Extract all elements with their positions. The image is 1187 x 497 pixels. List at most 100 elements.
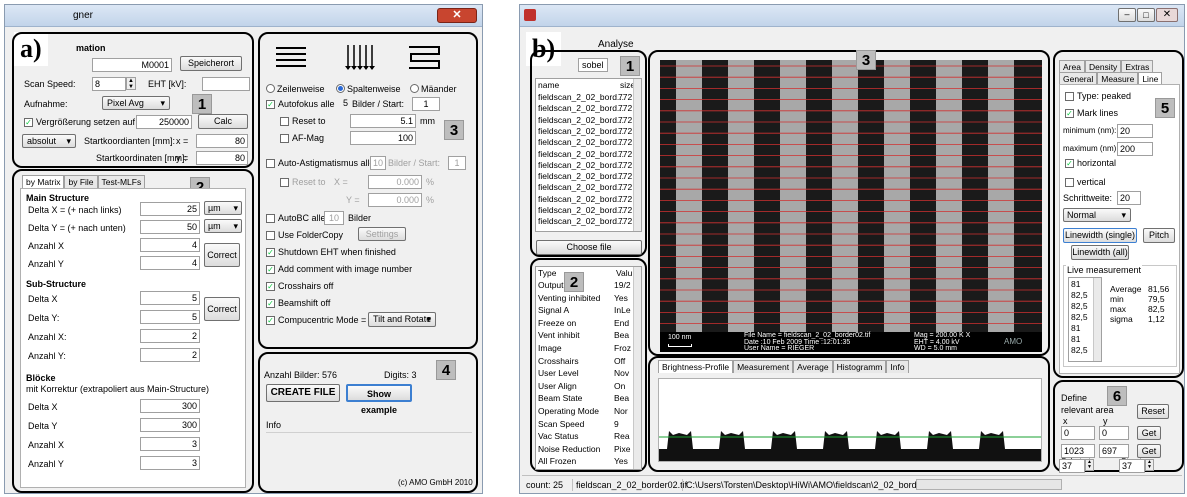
- close-button[interactable]: ✕: [437, 8, 477, 23]
- sub-anzahl-y-field[interactable]: 2: [140, 348, 200, 362]
- choose-file-button[interactable]: Choose file: [536, 240, 642, 255]
- col-name[interactable]: name: [538, 80, 559, 92]
- comment-checkbox[interactable]: ✓: [266, 265, 275, 274]
- maximum-field[interactable]: 200: [1117, 142, 1153, 156]
- property-name[interactable]: Vac Status: [538, 431, 578, 441]
- reset-checkbox[interactable]: [280, 117, 289, 126]
- tab-by-file[interactable]: by File: [64, 175, 98, 188]
- file-name[interactable]: fieldscan_2_02_bord...: [538, 115, 624, 125]
- scan-pattern-columns-icon[interactable]: [344, 42, 378, 72]
- close-button-b[interactable]: ✕: [1156, 8, 1178, 22]
- property-name[interactable]: All Frozen: [538, 456, 576, 466]
- unit-select-x[interactable]: µm ▾: [204, 201, 242, 215]
- property-name[interactable]: User Level: [538, 368, 579, 378]
- file-name[interactable]: fieldscan_2_02_bord...: [538, 92, 624, 102]
- col-type[interactable]: Type: [538, 268, 556, 280]
- id-field[interactable]: M0001: [92, 58, 172, 72]
- property-name[interactable]: Freeze on: [538, 318, 576, 328]
- absolut-select[interactable]: absolut ▾: [22, 134, 76, 148]
- file-list-scrollbar[interactable]: [633, 79, 641, 231]
- property-name[interactable]: Venting inhibited: [538, 293, 600, 303]
- afmag-field[interactable]: 100: [350, 131, 416, 145]
- properties-scrollbar[interactable]: [633, 267, 641, 469]
- horizontal-checkbox[interactable]: ✓: [1065, 159, 1074, 168]
- tab-histogramm[interactable]: Histogramm: [832, 360, 887, 373]
- property-name[interactable]: Signal A: [538, 305, 569, 315]
- aufnahme-select[interactable]: Pixel Avg ▾: [102, 96, 170, 110]
- file-name[interactable]: fieldscan_2_02_bord...: [538, 194, 624, 204]
- calc-button[interactable]: Calc: [198, 114, 248, 129]
- file-name[interactable]: fieldscan_2_02_bord...: [538, 137, 624, 147]
- anzahl-y-field[interactable]: 4: [140, 256, 200, 270]
- correct-button-sub[interactable]: Correct: [204, 297, 240, 321]
- reset-button[interactable]: Reset: [1137, 404, 1169, 419]
- tab-by-matrix[interactable]: by Matrix: [22, 175, 65, 188]
- astig-checkbox[interactable]: [266, 159, 275, 168]
- astig-x-field[interactable]: 0.000: [368, 175, 422, 189]
- x0-field[interactable]: 0: [1061, 426, 1095, 440]
- compucentric-checkbox[interactable]: ✓: [266, 316, 275, 325]
- reset-field[interactable]: 5.1: [350, 114, 416, 128]
- autobc-checkbox[interactable]: [266, 214, 275, 223]
- maximize-button[interactable]: □: [1137, 8, 1155, 22]
- eht-field[interactable]: [202, 77, 250, 91]
- block-anzahl-y-field[interactable]: 3: [140, 456, 200, 470]
- tab-brightness-profile[interactable]: Brightness-Profile: [658, 360, 734, 373]
- get-button-1[interactable]: Get: [1137, 426, 1161, 440]
- scan-speed-spinner[interactable]: ▲ ▼: [126, 77, 136, 90]
- vergr-field[interactable]: 250000: [136, 115, 192, 129]
- sub-delta-y-field[interactable]: 5: [140, 310, 200, 324]
- delta-x-field[interactable]: 25: [140, 202, 200, 216]
- save-location-button[interactable]: Speicherort: [180, 56, 242, 71]
- sub-anzahl-x-field[interactable]: 2: [140, 329, 200, 343]
- tab-average[interactable]: Average: [793, 360, 833, 373]
- tab-info[interactable]: Info: [886, 360, 909, 373]
- shutdown-checkbox[interactable]: ✓: [266, 248, 275, 257]
- autofokus-start[interactable]: 1: [412, 97, 440, 111]
- scan-pattern-rows-icon[interactable]: [274, 42, 308, 72]
- file-name[interactable]: fieldscan_2_02_bord...: [538, 182, 624, 192]
- file-name[interactable]: fieldscan_2_02_bord...: [538, 149, 624, 159]
- autofokus-checkbox[interactable]: ✓: [266, 100, 275, 109]
- afmag-checkbox[interactable]: [280, 134, 289, 143]
- structure-spinner-field[interactable]: 37: [1119, 459, 1145, 473]
- property-name[interactable]: Image: [538, 343, 562, 353]
- tab-measurement[interactable]: Measurement: [733, 360, 794, 373]
- property-name[interactable]: Operating Mode: [538, 406, 599, 416]
- scan-speed-field[interactable]: 8: [92, 77, 126, 91]
- structure-spinner-arrows[interactable]: ▲ ▼: [1145, 459, 1154, 471]
- property-name[interactable]: Noise Reduction: [538, 444, 600, 454]
- properties-list[interactable]: Type Valu Output dev 19/2 Venting inhibite…: [535, 266, 642, 470]
- astig-interval[interactable]: 10: [370, 156, 386, 170]
- block-delta-x-field[interactable]: 300: [140, 399, 200, 413]
- anzahl-x-field[interactable]: 4: [140, 238, 200, 252]
- astig-start[interactable]: 1: [448, 156, 466, 170]
- file-name[interactable]: fieldscan_2_02_bord...: [538, 160, 624, 170]
- type-checkbox[interactable]: [1065, 92, 1074, 101]
- start-x-field[interactable]: 80: [196, 134, 248, 148]
- file-list[interactable]: name size fieldscan_2_02_bord... 772 field…: [535, 78, 642, 232]
- create-file-button[interactable]: CREATE FILE: [266, 384, 340, 402]
- sem-image[interactable]: 100 nm File Name = fieldscan_2_02_border…: [660, 60, 1042, 352]
- mark-lines-checkbox[interactable]: ✓: [1065, 109, 1074, 118]
- block-delta-y-field[interactable]: 300: [140, 418, 200, 432]
- compucentric-select[interactable]: Tilt and Rotate ▾: [368, 312, 436, 327]
- astig-y-field[interactable]: 0.000: [368, 193, 422, 207]
- file-name[interactable]: fieldscan_2_02_bord...: [538, 205, 624, 215]
- block-anzahl-x-field[interactable]: 3: [140, 437, 200, 451]
- minimum-field[interactable]: 20: [1117, 124, 1153, 138]
- scan-pattern-meander-icon[interactable]: [406, 42, 444, 72]
- substrat-spinner-arrows[interactable]: ▲ ▼: [1085, 459, 1094, 471]
- file-name[interactable]: fieldscan_2_02_bord...: [538, 171, 624, 181]
- property-name[interactable]: User Align: [538, 381, 577, 391]
- minimize-button[interactable]: –: [1118, 8, 1136, 22]
- tab-test-mlfs[interactable]: Test-MLFs: [97, 175, 146, 188]
- linewidth-all-button[interactable]: Linewidth (all): [1071, 245, 1129, 260]
- settings-button[interactable]: Settings: [358, 227, 406, 241]
- y0-field[interactable]: 0: [1099, 426, 1129, 440]
- substrat-spinner-field[interactable]: 37: [1059, 459, 1085, 473]
- normal-select[interactable]: Normal ▾: [1063, 208, 1131, 222]
- property-name[interactable]: Scan Speed: [538, 419, 584, 429]
- linewidth-single-button[interactable]: Linewidth (single): [1063, 228, 1137, 243]
- live-values-list[interactable]: 81 82,5 82,5 82,5 81 81 82,5: [1068, 277, 1102, 362]
